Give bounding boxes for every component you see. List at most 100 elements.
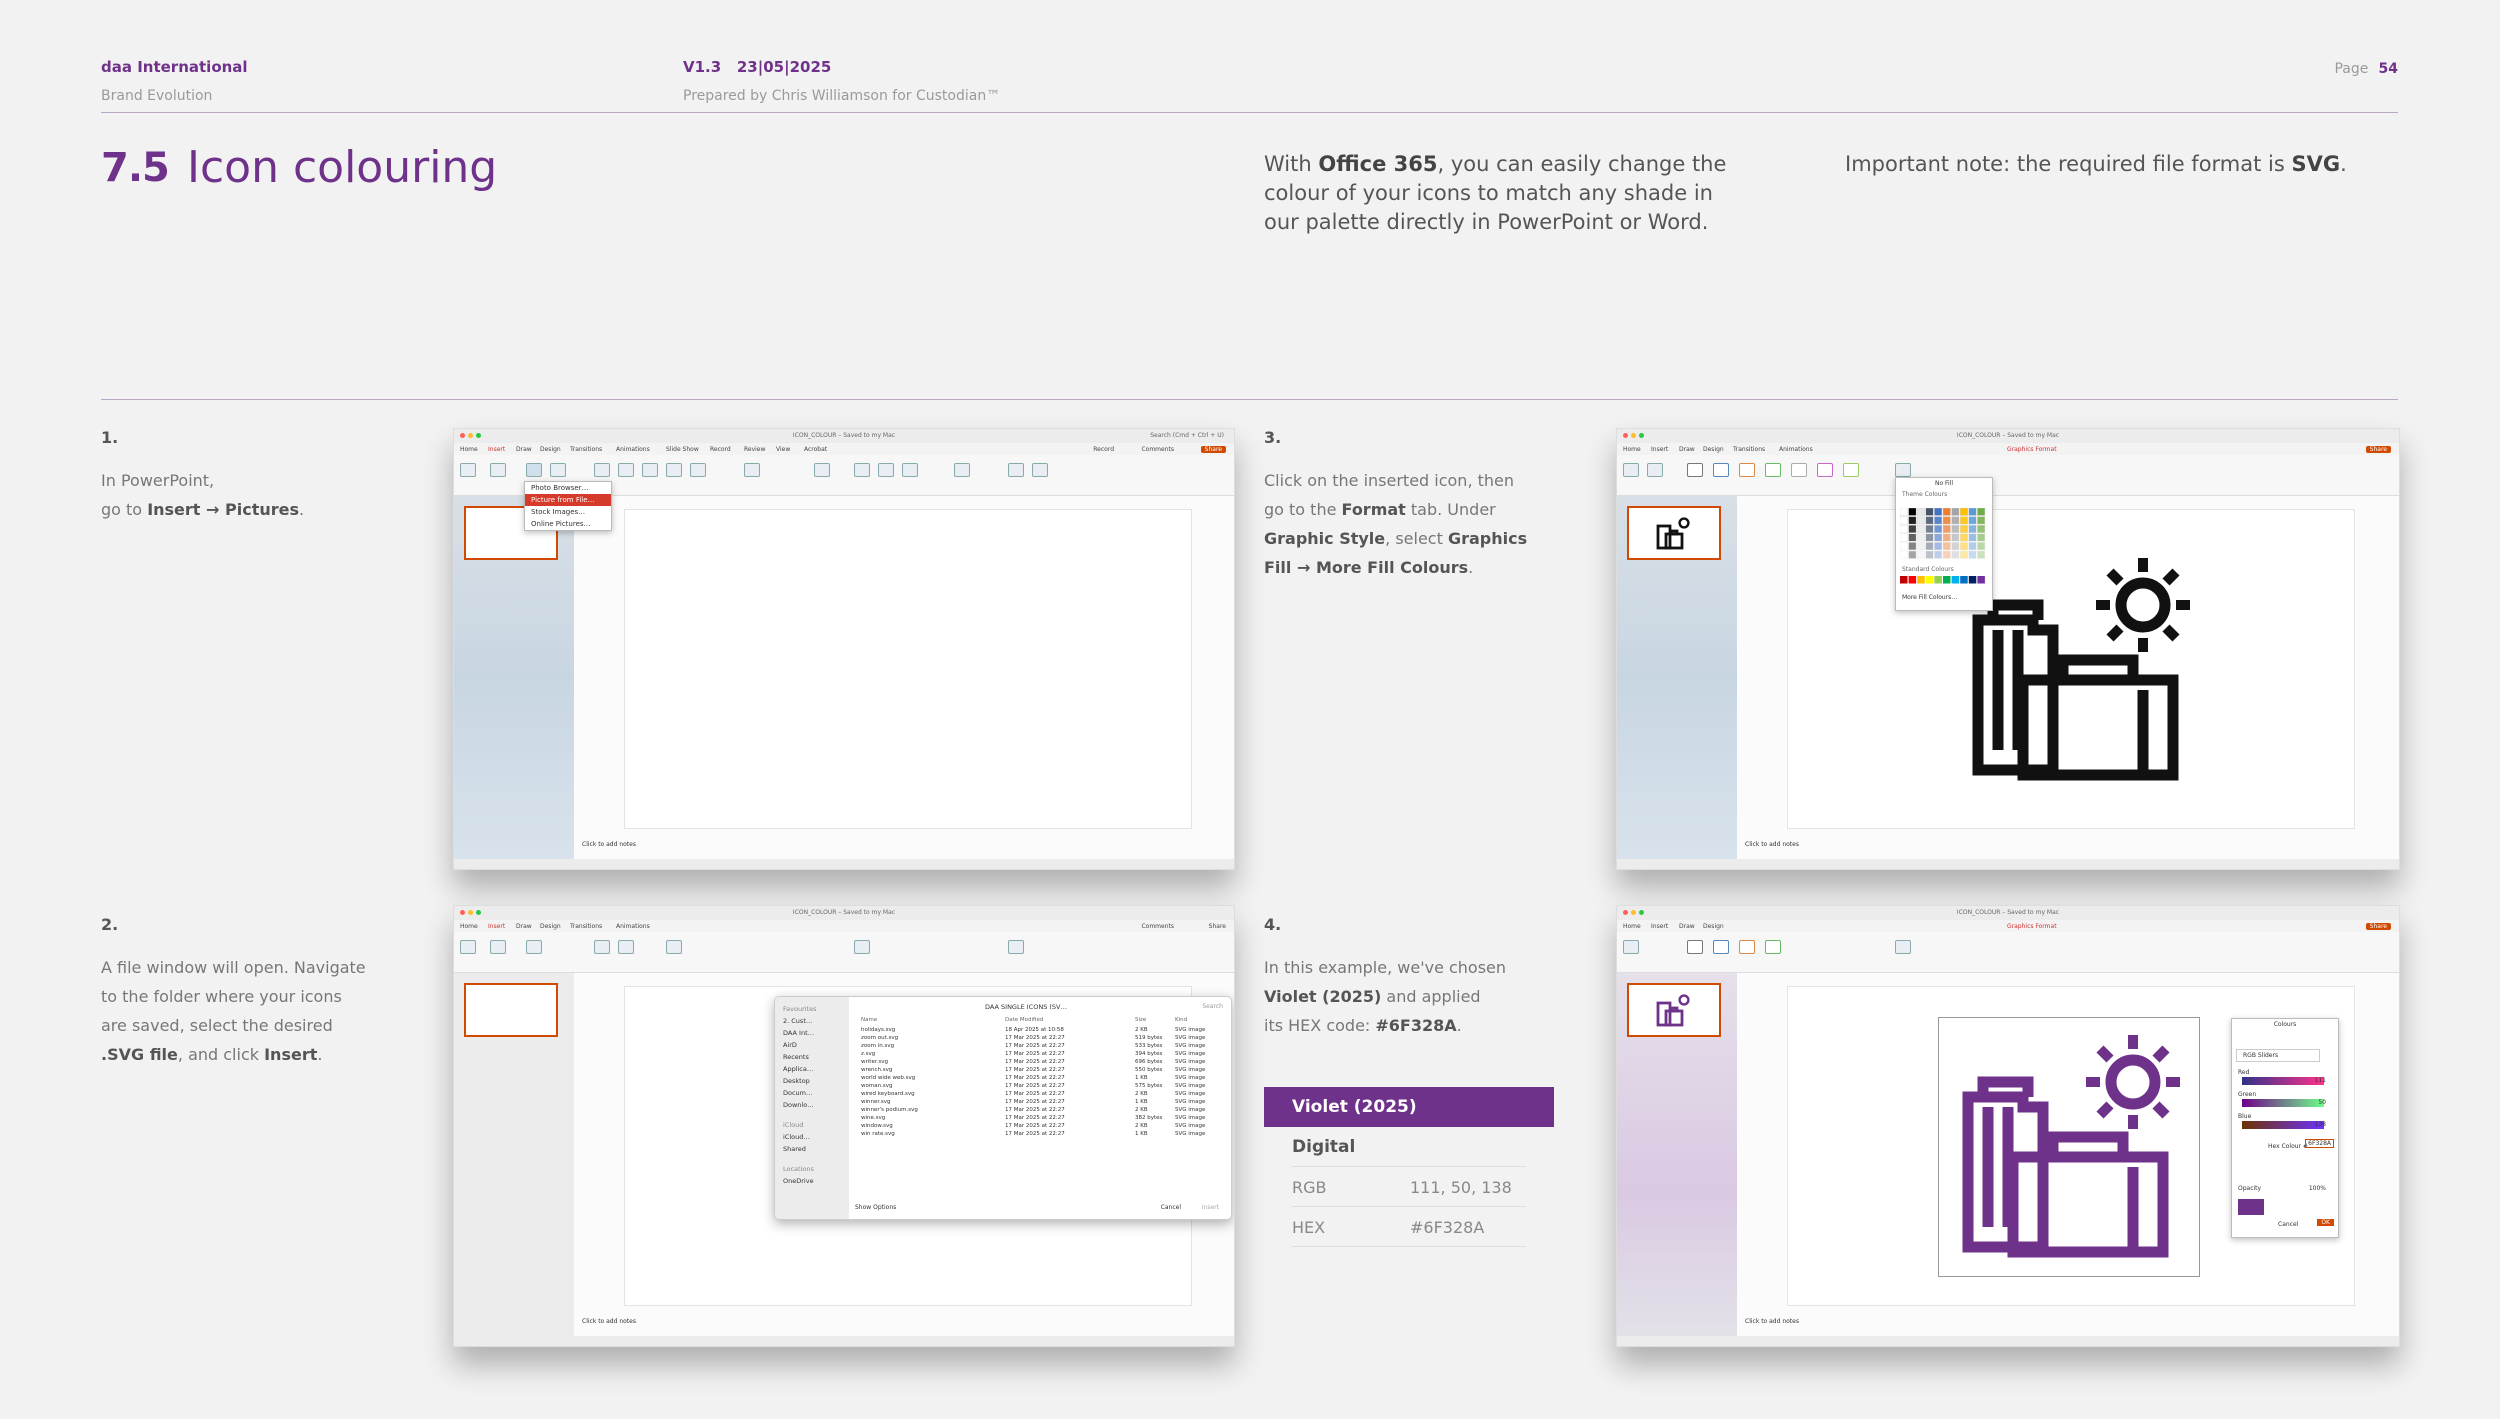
colour-swatch[interactable] <box>1917 516 1925 525</box>
colour-swatch[interactable] <box>1934 542 1943 551</box>
colour-swatch[interactable] <box>1917 508 1925 516</box>
textbox-icon[interactable] <box>854 463 870 477</box>
comments-button[interactable]: Comments <box>1141 923 1174 930</box>
colour-swatch[interactable] <box>1968 550 1977 559</box>
file-row[interactable]: win rate.svg 17 Mar 2025 at 22:27 1 KB SVG … <box>855 1131 1225 1138</box>
colour-swatch[interactable] <box>1934 516 1943 525</box>
graphics-fill-icon[interactable] <box>1895 463 1911 477</box>
colour-swatch[interactable] <box>1977 516 1986 525</box>
slide-thumbnail[interactable] <box>464 983 558 1037</box>
folder-name[interactable]: DAA SINGLE ICONS (SV… <box>985 1003 1067 1011</box>
colour-swatch[interactable] <box>1951 516 1960 525</box>
style-swatch[interactable] <box>1739 463 1755 477</box>
menu-picture-from-file[interactable]: Picture from File… <box>525 494 611 506</box>
green-value[interactable]: 50 <box>2312 1097 2332 1108</box>
colour-swatch[interactable] <box>1917 542 1925 551</box>
sidebar-item[interactable]: Docum… <box>783 1089 813 1097</box>
tab-transitions[interactable]: Transitions <box>570 923 602 930</box>
style-swatch[interactable] <box>1713 940 1729 954</box>
tab-design[interactable]: Design <box>540 446 561 453</box>
new-slide-icon[interactable] <box>460 940 476 954</box>
file-row[interactable]: window.svg 17 Mar 2025 at 22:27 2 KB SVG im… <box>855 1123 1225 1130</box>
style-swatch[interactable] <box>1687 463 1703 477</box>
style-swatch[interactable] <box>1765 463 1781 477</box>
shapes-icon[interactable] <box>594 940 610 954</box>
no-fill-option[interactable]: No Fill <box>1896 478 1992 489</box>
hex-input[interactable]: 6F328A <box>2305 1139 2334 1148</box>
dialog-ok-button[interactable]: OK <box>2317 1219 2334 1226</box>
more-fill-colours-option[interactable]: More Fill Colours… <box>1896 592 1963 603</box>
colour-swatch[interactable] <box>1977 550 1986 559</box>
tab-design[interactable]: Design <box>540 923 561 930</box>
colour-swatch[interactable] <box>1917 533 1925 542</box>
pictures-icon[interactable] <box>526 463 542 477</box>
colour-swatch[interactable] <box>1908 533 1917 542</box>
colour-swatch[interactable] <box>1968 516 1977 525</box>
audio-icon[interactable] <box>1032 463 1048 477</box>
red-value[interactable]: 111 <box>2309 1075 2332 1086</box>
colour-swatch[interactable] <box>1934 533 1943 542</box>
search-input[interactable]: Search <box>1202 1003 1223 1010</box>
tab-animations[interactable]: Animations <box>1779 446 1813 453</box>
cancel-button[interactable]: Cancel <box>1161 1204 1181 1211</box>
tab-acrobat[interactable]: Acrobat <box>804 446 827 453</box>
colour-swatch[interactable] <box>1925 576 1934 584</box>
colour-swatch[interactable] <box>1917 550 1925 559</box>
notes-area[interactable]: Click to add notes <box>582 841 636 848</box>
standard-colour-row[interactable] <box>1900 576 1988 584</box>
sidebar-item[interactable]: OneDrive <box>783 1177 814 1185</box>
notes-area[interactable]: Click to add notes <box>1745 1318 1799 1325</box>
colour-swatch[interactable] <box>1977 576 1985 584</box>
style-swatch[interactable] <box>1791 463 1807 477</box>
tab-draw[interactable]: Draw <box>1679 923 1695 930</box>
tab-record[interactable]: Record <box>710 446 731 453</box>
tab-home[interactable]: Home <box>1623 446 1641 453</box>
pictures-icon[interactable] <box>526 940 542 954</box>
table-icon[interactable] <box>490 463 506 477</box>
blue-value[interactable]: 138 <box>2309 1119 2332 1130</box>
colour-swatch[interactable] <box>1942 550 1951 559</box>
colour-swatch[interactable] <box>1951 508 1960 516</box>
colour-swatch[interactable] <box>1925 516 1934 525</box>
icons-icon[interactable] <box>618 463 634 477</box>
colour-swatch[interactable] <box>1968 542 1977 551</box>
tab-design[interactable]: Design <box>1703 923 1724 930</box>
zoom-icon[interactable] <box>744 463 760 477</box>
colour-swatch[interactable] <box>1934 550 1943 559</box>
tab-review[interactable]: Review <box>744 446 765 453</box>
colour-swatch[interactable] <box>1951 542 1960 551</box>
tab-view[interactable]: View <box>776 446 790 453</box>
colour-swatch[interactable] <box>1900 542 1908 551</box>
header-footer-icon[interactable] <box>878 463 894 477</box>
tab-graphics-format[interactable]: Graphics Format <box>2007 923 2057 930</box>
opacity-value[interactable]: 100% <box>2303 1183 2332 1194</box>
file-row[interactable]: writer.svg 17 Mar 2025 at 22:27 696 bytes S… <box>855 1059 1225 1066</box>
tab-animations[interactable]: Animations <box>616 446 650 453</box>
colour-swatch[interactable] <box>1968 525 1977 533</box>
travel-icon-violet[interactable] <box>1948 1027 2188 1267</box>
smartart-icon[interactable] <box>666 463 682 477</box>
colour-swatch[interactable] <box>1908 576 1917 584</box>
search-box[interactable]: Search (Cmd + Ctrl + U) <box>1150 432 1224 439</box>
colour-swatch[interactable] <box>1968 576 1977 584</box>
col-kind[interactable]: Kind <box>1175 1017 1187 1023</box>
colour-swatch[interactable] <box>1960 550 1968 559</box>
video-icon[interactable] <box>1008 463 1024 477</box>
screenshot-icon[interactable] <box>550 463 566 477</box>
colour-swatch[interactable] <box>1960 516 1968 525</box>
notes-area[interactable]: Click to add notes <box>1745 841 1799 848</box>
textbox-icon[interactable] <box>854 940 870 954</box>
video-icon[interactable] <box>1008 940 1024 954</box>
sidebar-item[interactable]: Downlo… <box>783 1101 814 1109</box>
slide-thumbnail[interactable] <box>1627 506 1721 560</box>
comments-button[interactable]: Comments <box>1141 446 1174 453</box>
file-row[interactable]: zoom out.svg 17 Mar 2025 at 22:27 519 byte… <box>855 1035 1225 1042</box>
chart-icon[interactable] <box>690 463 706 477</box>
colour-swatch[interactable] <box>1917 576 1925 584</box>
colour-swatch[interactable] <box>1943 576 1951 584</box>
colour-swatch[interactable] <box>1908 550 1917 559</box>
colour-swatch[interactable] <box>1908 525 1917 533</box>
notes-area[interactable]: Click to add notes <box>582 1318 636 1325</box>
colour-swatch[interactable] <box>1908 542 1917 551</box>
convert-shape-icon[interactable] <box>1647 463 1663 477</box>
